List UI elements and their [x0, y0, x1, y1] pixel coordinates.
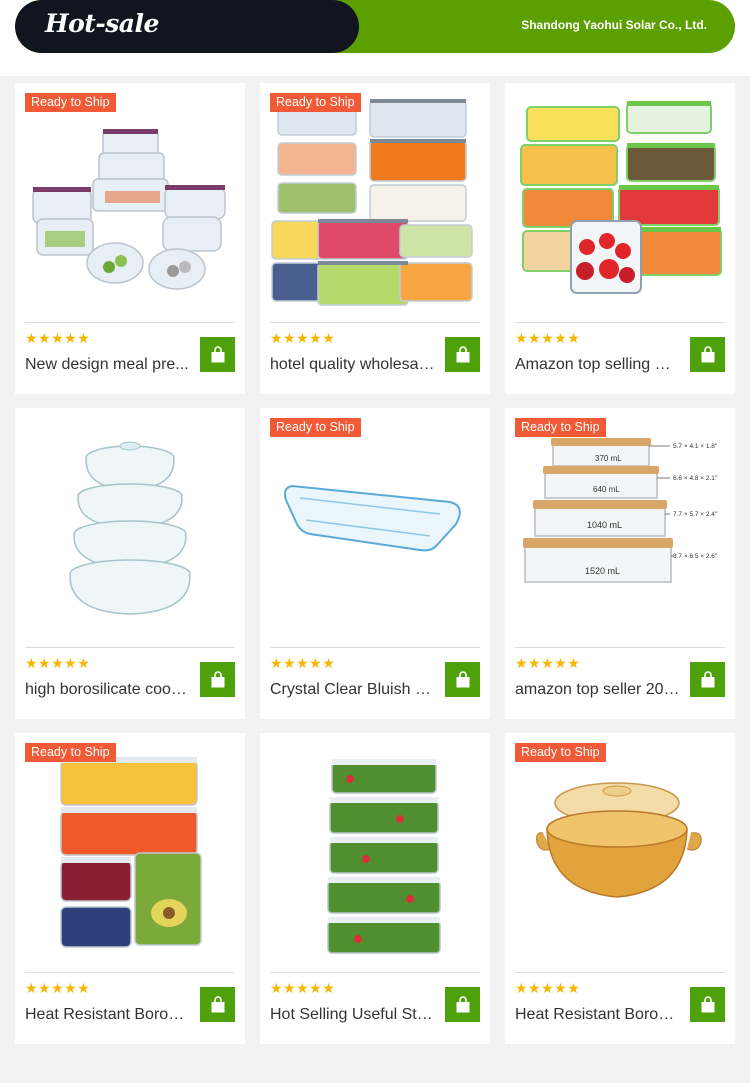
shopping-bag-button[interactable] [200, 337, 235, 372]
shopping-bag-icon [701, 345, 714, 362]
product-image[interactable] [270, 416, 480, 638]
product-grid: Ready to Ship ★★★★★ New design meal pre.… [0, 76, 750, 1083]
product-name[interactable]: amazon top seller 201... [515, 680, 680, 700]
rating-stars: ★★★★★ [515, 655, 581, 671]
product-card[interactable]: Ready to Ship ★★★★★ Crystal Clear Bluish… [260, 408, 490, 719]
dimension-label: 8.7 × 6.5 × 2.6" [673, 553, 718, 560]
divider [270, 972, 480, 973]
product-name[interactable]: Heat Resistant Borosil... [515, 1005, 680, 1025]
shopping-bag-button[interactable] [200, 662, 235, 697]
product-name[interactable]: Hot Selling Useful Sta... [270, 1005, 435, 1025]
product-card[interactable]: Ready to Ship ★★★★★ Heat Resistant Boros… [15, 733, 245, 1044]
product-name[interactable]: high borosilicate cook... [25, 680, 190, 700]
rating-stars: ★★★★★ [270, 330, 336, 346]
divider [270, 322, 480, 323]
divider [515, 647, 725, 648]
dimension-label: 7.7 × 5.7 × 2.4" [673, 511, 718, 518]
product-card[interactable]: Ready to Ship ★★★★★ New design meal pre.… [15, 83, 245, 394]
rating-stars: ★★★★★ [270, 980, 336, 996]
product-name[interactable]: Heat Resistant Borosil... [25, 1005, 190, 1025]
divider [515, 972, 725, 973]
product-name[interactable]: Amazon top selling Py... [515, 355, 680, 375]
product-card[interactable]: Ready to Ship ★★★★★ hotel quality wholes… [260, 83, 490, 394]
shopping-bag-button[interactable] [200, 987, 235, 1022]
ready-to-ship-badge: Ready to Ship [270, 93, 361, 112]
divider [25, 322, 235, 323]
shopping-bag-icon [211, 670, 224, 687]
rating-stars: ★★★★★ [25, 330, 91, 346]
dimension-label: 5.7 × 4.1 × 1.8" [673, 443, 718, 450]
size-label: 1520 mL [585, 566, 620, 576]
product-image[interactable] [515, 741, 725, 963]
product-name[interactable]: New design meal pre... [25, 355, 190, 375]
product-image[interactable] [25, 416, 235, 638]
product-image[interactable] [270, 741, 480, 963]
ready-to-ship-badge: Ready to Ship [25, 93, 116, 112]
divider [515, 322, 725, 323]
rating-stars: ★★★★★ [515, 980, 581, 996]
product-card[interactable]: ★★★★★ high borosilicate cook... [15, 408, 245, 719]
shopping-bag-icon [701, 995, 714, 1012]
header-title: Hot-sale [45, 9, 159, 38]
ready-to-ship-badge: Ready to Ship [25, 743, 116, 762]
shopping-bag-icon [211, 995, 224, 1012]
dimension-label: 6.6 × 4.8 × 2.1" [673, 475, 718, 482]
shopping-bag-icon [456, 995, 469, 1012]
ready-to-ship-badge: Ready to Ship [270, 418, 361, 437]
rating-stars: ★★★★★ [270, 655, 336, 671]
divider [270, 647, 480, 648]
shopping-bag-button[interactable] [445, 987, 480, 1022]
product-card[interactable]: Ready to Ship ★★★★★ Heat Resistant Boros… [505, 733, 735, 1044]
rating-stars: ★★★★★ [25, 980, 91, 996]
shopping-bag-icon [456, 345, 469, 362]
size-label: 370 mL [595, 454, 622, 463]
product-name[interactable]: Crystal Clear Bluish M... [270, 680, 435, 700]
product-card[interactable]: 370 mL 640 mL 1040 mL 1520 mL 5.7 × 4.1 … [505, 408, 735, 719]
size-label: 640 mL [593, 485, 620, 494]
rating-stars: ★★★★★ [25, 655, 91, 671]
ready-to-ship-badge: Ready to Ship [515, 418, 606, 437]
size-label: 1040 mL [587, 520, 622, 530]
shopping-bag-button[interactable] [445, 337, 480, 372]
hot-sale-header: Hot-sale Shandong Yaohui Solar Co., Ltd. [15, 0, 735, 53]
shopping-bag-icon [701, 670, 714, 687]
shopping-bag-button[interactable] [690, 662, 725, 697]
product-image[interactable] [270, 91, 480, 313]
divider [25, 972, 235, 973]
shopping-bag-icon [456, 670, 469, 687]
product-image[interactable] [515, 91, 725, 313]
product-name[interactable]: hotel quality wholesal... [270, 355, 435, 375]
rating-stars: ★★★★★ [515, 330, 581, 346]
shopping-bag-button[interactable] [690, 987, 725, 1022]
product-card[interactable]: ★★★★★ Amazon top selling Py... [505, 83, 735, 394]
shopping-bag-button[interactable] [445, 662, 480, 697]
product-image[interactable] [25, 91, 235, 313]
company-name: Shandong Yaohui Solar Co., Ltd. [521, 18, 707, 32]
divider [25, 647, 235, 648]
product-card[interactable]: ★★★★★ Hot Selling Useful Sta... [260, 733, 490, 1044]
product-image[interactable] [25, 741, 235, 963]
shopping-bag-icon [211, 345, 224, 362]
ready-to-ship-badge: Ready to Ship [515, 743, 606, 762]
shopping-bag-button[interactable] [690, 337, 725, 372]
product-image[interactable]: 370 mL 640 mL 1040 mL 1520 mL 5.7 × 4.1 … [515, 416, 725, 638]
